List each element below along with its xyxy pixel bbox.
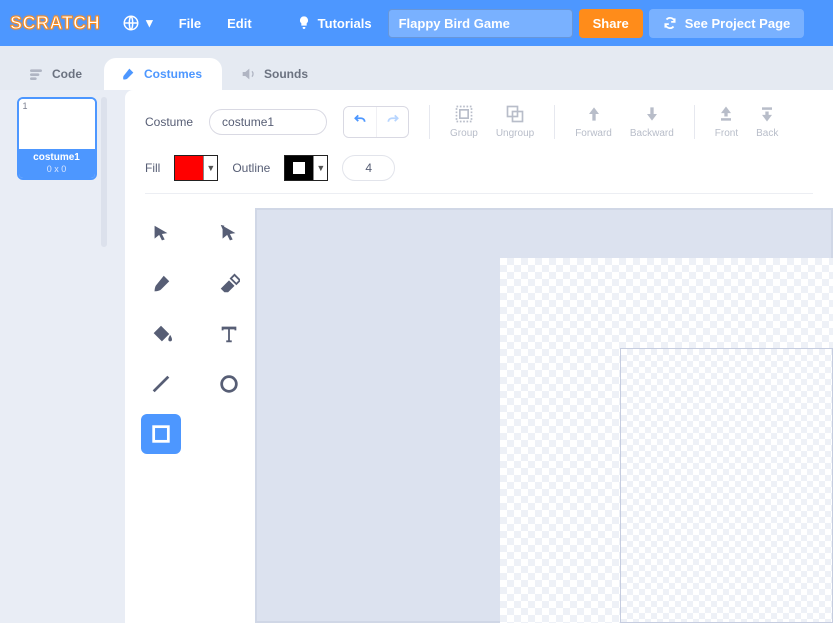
ungroup-button[interactable]: Ungroup bbox=[496, 104, 534, 139]
circle-icon bbox=[218, 373, 240, 395]
tab-costumes-label: Costumes bbox=[144, 67, 202, 81]
undo-icon bbox=[352, 113, 368, 127]
brush-icon bbox=[150, 273, 172, 295]
tool-column bbox=[141, 208, 241, 623]
text-tool[interactable] bbox=[209, 314, 249, 354]
select-tool[interactable] bbox=[141, 214, 181, 254]
separator bbox=[554, 105, 555, 139]
canvas-row bbox=[125, 194, 833, 623]
remix-icon bbox=[663, 16, 677, 30]
tab-code[interactable]: Code bbox=[12, 58, 102, 90]
ungroup-icon bbox=[505, 104, 525, 124]
forward-button[interactable]: Forward bbox=[575, 104, 612, 139]
front-button[interactable]: Front bbox=[715, 104, 738, 139]
tutorials-label: Tutorials bbox=[318, 16, 372, 31]
back-label: Back bbox=[756, 128, 778, 139]
canvas-area[interactable] bbox=[255, 208, 833, 623]
edit-menu[interactable]: Edit bbox=[217, 10, 262, 37]
tab-row: Code Costumes Sounds bbox=[0, 46, 833, 90]
rectangle-tool[interactable] bbox=[141, 414, 181, 454]
fill-row: Fill ▼ Outline ▼ 4 bbox=[125, 145, 833, 193]
fill-tool[interactable] bbox=[141, 314, 181, 354]
project-title-wrap bbox=[388, 9, 573, 38]
costume-name-label: Costume bbox=[145, 115, 193, 129]
separator bbox=[429, 105, 430, 139]
line-icon bbox=[150, 373, 172, 395]
line-tool[interactable] bbox=[141, 364, 181, 404]
group-button[interactable]: Group bbox=[450, 104, 478, 139]
tutorials-button[interactable]: Tutorials bbox=[286, 9, 382, 37]
backward-button[interactable]: Backward bbox=[630, 104, 674, 139]
square-icon bbox=[150, 423, 172, 445]
globe-icon bbox=[122, 14, 140, 32]
scratch-logo[interactable]: SCRATCH bbox=[10, 13, 106, 34]
ungroup-label: Ungroup bbox=[496, 128, 534, 139]
undo-button[interactable] bbox=[344, 107, 376, 137]
fill-swatch bbox=[175, 156, 203, 180]
redo-button[interactable] bbox=[376, 107, 408, 137]
brush-tool[interactable] bbox=[141, 264, 181, 304]
chevron-down-icon: ▼ bbox=[313, 156, 327, 180]
costume-thumb[interactable]: 1 costume1 0 x 0 bbox=[17, 97, 97, 180]
editor-top-row: Costume Group Ungroup bbox=[125, 90, 833, 145]
fill-color-picker[interactable]: ▼ bbox=[174, 155, 218, 181]
workspace: 1 costume1 0 x 0 Costume Group bbox=[0, 90, 833, 623]
costume-index: 1 bbox=[23, 101, 28, 111]
tab-code-label: Code bbox=[52, 67, 82, 81]
back-icon bbox=[757, 104, 777, 124]
arrow-up-icon bbox=[584, 104, 604, 124]
arrow-down-icon bbox=[642, 104, 662, 124]
share-button[interactable]: Share bbox=[579, 9, 643, 38]
tab-costumes[interactable]: Costumes bbox=[104, 58, 222, 90]
separator bbox=[694, 105, 695, 139]
undo-redo-group bbox=[343, 106, 409, 138]
outline-width-input[interactable]: 4 bbox=[342, 155, 395, 181]
tab-sounds-label: Sounds bbox=[264, 67, 308, 81]
code-icon bbox=[28, 66, 44, 82]
scrollbar[interactable] bbox=[101, 97, 107, 247]
forward-label: Forward bbox=[575, 128, 612, 139]
reshape-tool[interactable] bbox=[209, 214, 249, 254]
paint-editor-wrap: Costume Group Ungroup bbox=[123, 90, 833, 623]
eraser-tool[interactable] bbox=[209, 264, 249, 304]
front-icon bbox=[716, 104, 736, 124]
pointer-icon bbox=[150, 223, 172, 245]
text-icon bbox=[218, 323, 240, 345]
reshape-icon bbox=[218, 223, 240, 245]
fill-label: Fill bbox=[145, 161, 160, 175]
costume-list: 1 costume1 0 x 0 bbox=[0, 90, 123, 623]
back-button[interactable]: Back bbox=[756, 104, 778, 139]
tab-sounds[interactable]: Sounds bbox=[224, 58, 328, 90]
brush-icon bbox=[120, 66, 136, 82]
backward-label: Backward bbox=[630, 128, 674, 139]
redo-icon bbox=[385, 113, 401, 127]
project-title-input[interactable] bbox=[388, 9, 573, 38]
costume-name: costume1 bbox=[19, 149, 95, 164]
chevron-down-icon: ▾ bbox=[146, 15, 153, 31]
bucket-icon bbox=[150, 323, 172, 345]
paint-editor: Costume Group Ungroup bbox=[125, 90, 833, 623]
group-icon bbox=[454, 104, 474, 124]
see-project-page-button[interactable]: See Project Page bbox=[649, 9, 805, 38]
menu-bar: SCRATCH ▾ File Edit Tutorials Share See … bbox=[0, 0, 833, 46]
lightbulb-icon bbox=[296, 15, 312, 31]
chevron-down-icon: ▼ bbox=[203, 156, 217, 180]
see-project-label: See Project Page bbox=[685, 16, 791, 31]
front-label: Front bbox=[715, 128, 738, 139]
group-label: Group bbox=[450, 128, 478, 139]
outline-swatch bbox=[285, 156, 313, 180]
language-menu[interactable]: ▾ bbox=[112, 8, 163, 38]
outline-color-picker[interactable]: ▼ bbox=[284, 155, 328, 181]
eraser-icon bbox=[218, 273, 240, 295]
outline-label: Outline bbox=[232, 161, 270, 175]
sound-icon bbox=[240, 66, 256, 82]
costume-name-input[interactable] bbox=[209, 109, 327, 135]
file-menu[interactable]: File bbox=[169, 10, 211, 37]
canvas-stage bbox=[620, 348, 833, 623]
costume-size: 0 x 0 bbox=[19, 164, 95, 178]
circle-tool[interactable] bbox=[209, 364, 249, 404]
